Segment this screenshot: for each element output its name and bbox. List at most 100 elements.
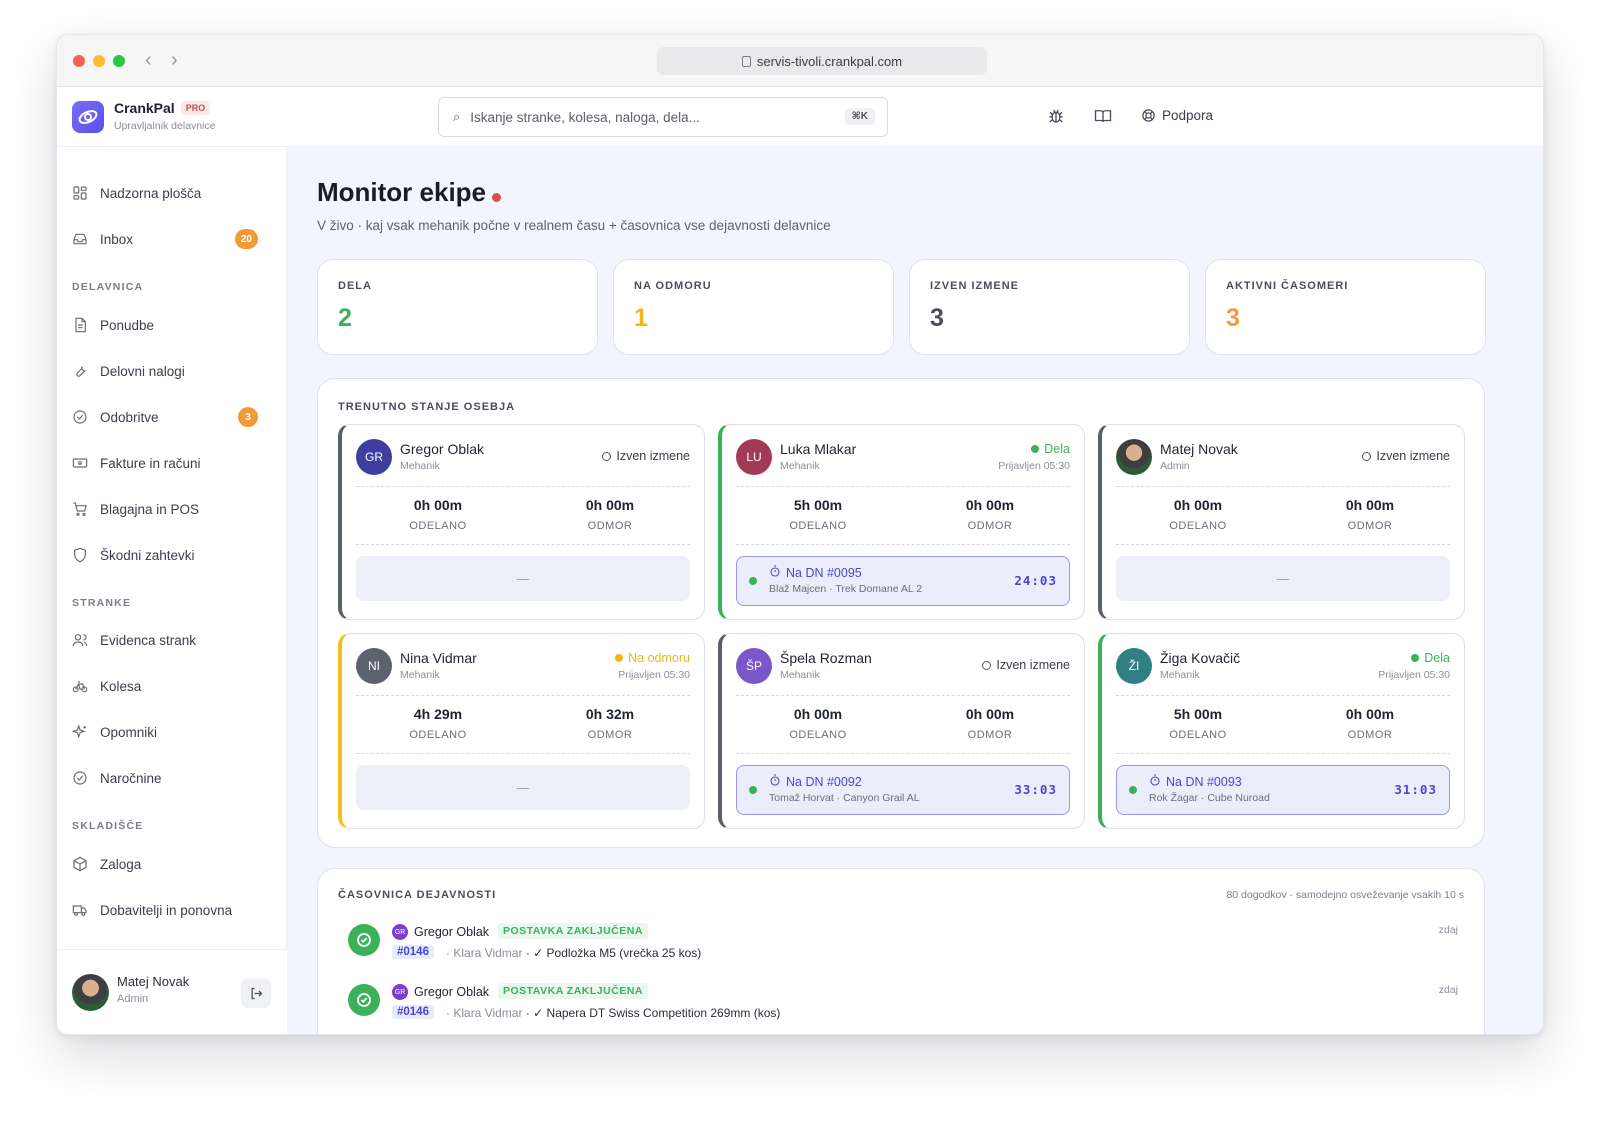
event-description: · Klara Vidmar · ✓ Napera DT Swiss Compe… xyxy=(446,1006,780,1020)
brand-name: CrankPal PRO xyxy=(114,100,211,116)
staff-card[interactable]: ŠP Špela Rozman Mehanik Izven izmene 0h 00m O… xyxy=(718,633,1085,829)
avatar: GR xyxy=(356,439,392,475)
sidebar-item-kolesa[interactable]: Kolesa xyxy=(72,671,272,701)
worked-value: 0h 00m xyxy=(793,706,843,722)
worked-value: 5h 00m xyxy=(1173,706,1223,722)
logout-button[interactable] xyxy=(241,978,271,1008)
staff-card[interactable]: ŽI Žiga Kovačič Mehanik Dela Prijavljen 05:3… xyxy=(1098,633,1465,829)
worked-metric: 0h 00m ODELANO xyxy=(732,706,904,741)
staff-card[interactable]: GR Gregor Oblak Mehanik Izven izmene 0h 00m O… xyxy=(338,424,705,620)
logout-icon xyxy=(251,987,262,999)
staff-card[interactable]: NI Nina Vidmar Mehanik Na odmoru Prijavljen … xyxy=(338,633,705,829)
user-role: Admin xyxy=(117,993,149,1005)
task-label: Na DN #0095 xyxy=(786,565,862,580)
staff-status-panel: TRENUTNO STANJE OSEBJA GR Gregor Oblak Meh… xyxy=(317,378,1485,848)
forward-arrow-icon[interactable]: › xyxy=(171,49,178,71)
search-input[interactable]: ⌕ Iskanje stranke, kolesa, naloga, dela.… xyxy=(438,97,888,137)
pro-badge: PRO xyxy=(180,101,211,115)
active-task[interactable]: Na DN #0092 Tomaž Horvat · Canyon Grail A… xyxy=(736,765,1070,815)
stat-card: DELA 2 xyxy=(317,259,598,355)
sidebar-item-blagajna[interactable]: Blagajna in POS xyxy=(72,494,272,524)
sidebar-item-label: Odobritve xyxy=(100,409,159,425)
stat-label: NA ODMORU xyxy=(634,280,712,292)
staff-name: Gregor Oblak xyxy=(400,441,485,457)
bug-icon[interactable] xyxy=(1047,107,1067,127)
status-ring-icon xyxy=(982,660,992,670)
task-title: Na DN #0092 xyxy=(769,774,862,789)
divider xyxy=(1116,544,1450,545)
task-subtitle: Rok Žagar · Cube Nuroad xyxy=(1149,792,1270,804)
task-label: Na DN #0093 xyxy=(1166,774,1242,789)
support-button[interactable]: Podpora xyxy=(1141,108,1213,123)
status-dot-icon xyxy=(1031,445,1040,453)
divider xyxy=(736,695,1070,696)
stat-value: 3 xyxy=(1226,304,1240,332)
sidebar-item-label: Nadzorna plošča xyxy=(100,185,202,201)
inbox-count-badge: 20 xyxy=(234,229,258,249)
staff-role: Mehanik xyxy=(400,460,440,472)
avatar[interactable] xyxy=(72,974,109,1011)
break-metric: 0h 00m ODMOR xyxy=(1284,497,1456,532)
divider xyxy=(736,753,1070,754)
status-label: Izven izmene xyxy=(616,449,690,463)
user-box: Matej Novak Admin xyxy=(57,949,287,1034)
browser-window: ‹ › servis-tivoli.crankpal.com CrankPal P… xyxy=(56,34,1544,1035)
support-label: Podpora xyxy=(1162,108,1214,123)
timeline-event[interactable]: GR Gregor Oblak POSTAVKA ZAKLJUČENA #0146 · … xyxy=(348,983,1458,1034)
status-badge: Izven izmene xyxy=(1362,449,1450,463)
sidebar-item-fakture[interactable]: Fakture in računi xyxy=(72,448,272,478)
task-timer: 33:03 xyxy=(1014,782,1057,797)
sidebar-item-ponudbe[interactable]: Ponudbe xyxy=(72,310,272,340)
sidebar-item-label: Kolesa xyxy=(100,678,142,694)
staff-card[interactable]: LU Luka Mlakar Mehanik Dela Prijavljen 05:30… xyxy=(718,424,1085,620)
sidebar: Nadzorna plošča Inbox 20 DELAVNICA Ponud… xyxy=(57,147,287,1034)
clock-in-time: Prijavljen 05:30 xyxy=(618,669,690,681)
break-label: ODMOR xyxy=(587,520,633,532)
status-label: Na odmoru xyxy=(628,651,690,665)
break-label: ODMOR xyxy=(587,729,633,741)
avatar: ŠP xyxy=(736,648,772,684)
order-link[interactable]: #0146 xyxy=(392,945,434,959)
lifebuoy-icon xyxy=(1142,109,1155,122)
back-arrow-icon[interactable]: ‹ xyxy=(145,49,152,71)
sidebar-item-narocnine[interactable]: Naročnine xyxy=(72,763,272,793)
minimize-window-button[interactable] xyxy=(93,55,105,67)
event-time: zdaj xyxy=(1438,984,1458,996)
sidebar-item-dashboard[interactable]: Nadzorna plošča xyxy=(72,178,272,208)
sidebar-item-opomniki[interactable]: Opomniki xyxy=(72,717,272,747)
sidebar-item-evidenca-strank[interactable]: Evidenca strank xyxy=(72,625,272,655)
sidebar-item-skodni-zahtevki[interactable]: Škodni zahtevki xyxy=(72,540,272,570)
break-metric: 0h 00m ODMOR xyxy=(524,497,696,532)
sidebar-item-odobritve[interactable]: Odobritve 3 xyxy=(72,402,272,432)
sidebar-item-label: Škodni zahtevki xyxy=(100,547,195,563)
stopwatch-icon xyxy=(1149,774,1161,789)
address-bar[interactable]: servis-tivoli.crankpal.com xyxy=(657,47,987,75)
live-indicator xyxy=(492,193,501,202)
brand-subtitle: Upravljalnik delavnice xyxy=(114,120,216,132)
sidebar-item-delovni-nalogi[interactable]: Delovni nalogi xyxy=(72,356,272,386)
running-dot-icon xyxy=(1129,786,1137,794)
sidebar-item-dobavitelji[interactable]: Dobavitelji in ponovna xyxy=(72,895,272,925)
active-task[interactable]: Na DN #0095 Blaž Majcen · Trek Domane AL … xyxy=(736,556,1070,606)
section-title-skladisce: SKLADIŠČE xyxy=(72,820,144,832)
staff-role: Admin xyxy=(1160,460,1190,472)
crankpal-logo-icon[interactable] xyxy=(72,101,104,133)
sidebar-item-inbox[interactable]: Inbox 20 xyxy=(72,224,272,254)
divider xyxy=(356,544,690,545)
maximize-window-button[interactable] xyxy=(113,55,125,67)
sidebar-item-label: Inbox xyxy=(100,231,134,247)
staff-card[interactable]: Matej Novak Admin Izven izmene 0h 00m ODELAN… xyxy=(1098,424,1465,620)
book-icon[interactable] xyxy=(1094,107,1114,127)
order-link[interactable]: #0146 xyxy=(392,1005,434,1019)
sidebar-item-zaloga[interactable]: Zaloga xyxy=(72,849,272,879)
shortcut-hint: ⌘K xyxy=(844,108,875,125)
worked-value: 0h 00m xyxy=(1173,497,1223,513)
approvals-count-badge: 3 xyxy=(238,407,258,427)
clock-in-time: Prijavljen 05:30 xyxy=(998,460,1070,472)
event-user: Gregor Oblak xyxy=(414,985,490,999)
active-task[interactable]: Na DN #0093 Rok Žagar · Cube Nuroad 31:03 xyxy=(1116,765,1450,815)
avatar: GR xyxy=(392,984,408,1000)
stat-value: 2 xyxy=(338,304,352,332)
timeline-event[interactable]: GR Gregor Oblak POSTAVKA ZAKLJUČENA #0146 · … xyxy=(348,923,1458,974)
close-window-button[interactable] xyxy=(73,55,85,67)
